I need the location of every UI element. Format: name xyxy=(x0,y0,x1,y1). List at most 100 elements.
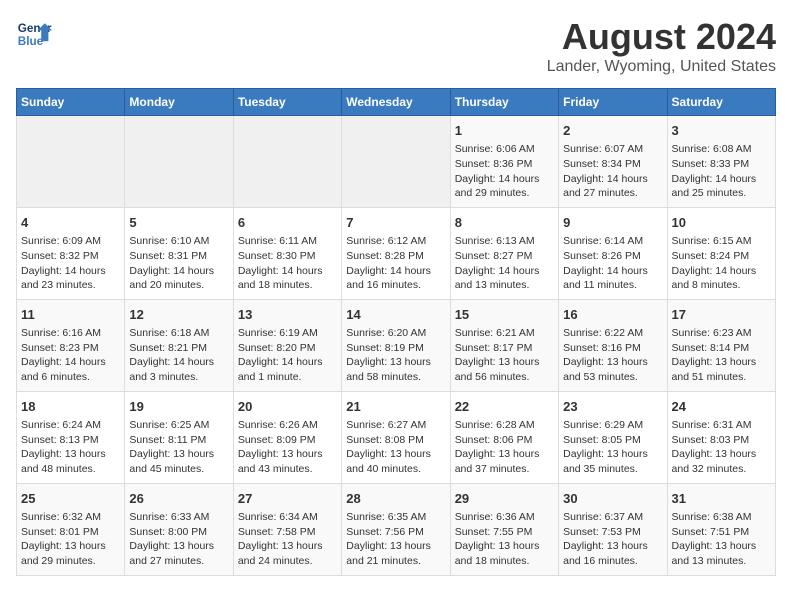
calendar-cell: 29Sunrise: 6:36 AM Sunset: 7:55 PM Dayli… xyxy=(450,483,558,575)
calendar-cell: 9 Sunrise: 6:14 AM Sunset: 8:26 PM Daylig… xyxy=(559,207,667,299)
day-info: Sunrise: 6:14 AM Sunset: 8:26 PM Dayligh… xyxy=(563,234,662,293)
day-info: Sunrise: 6:18 AM Sunset: 8:21 PM Dayligh… xyxy=(129,326,228,385)
day-info: Sunrise: 6:07 AM Sunset: 8:34 PM Dayligh… xyxy=(563,142,662,201)
day-info: Sunrise: 6:27 AM Sunset: 8:08 PM Dayligh… xyxy=(346,418,445,477)
day-number: 7 xyxy=(346,214,445,232)
title-block: August 2024 Lander, Wyoming, United Stat… xyxy=(547,16,776,76)
calendar-cell: 20 Sunrise: 6:26 AM Sunset: 8:09 PM Dayli… xyxy=(233,391,341,483)
week-row-3: 11Sunrise: 6:16 AM Sunset: 8:23 PM Dayli… xyxy=(17,299,776,391)
day-number: 13 xyxy=(238,306,337,324)
day-info: Sunrise: 6:10 AM Sunset: 8:31 PM Dayligh… xyxy=(129,234,228,293)
calendar-cell: 5 Sunrise: 6:10 AM Sunset: 8:31 PM Daylig… xyxy=(125,207,233,299)
day-info: Sunrise: 6:29 AM Sunset: 8:05 PM Dayligh… xyxy=(563,418,662,477)
day-info: Sunrise: 6:35 AM Sunset: 7:56 PM Dayligh… xyxy=(346,510,445,569)
day-info: Sunrise: 6:12 AM Sunset: 8:28 PM Dayligh… xyxy=(346,234,445,293)
column-header-tuesday: Tuesday xyxy=(233,89,341,116)
calendar-cell: 31 Sunrise: 6:38 AM Sunset: 7:51 PM Dayli… xyxy=(667,483,775,575)
day-number: 20 xyxy=(238,398,337,416)
calendar-cell: 16 Sunrise: 6:22 AM Sunset: 8:16 PM Dayli… xyxy=(559,299,667,391)
day-info: Sunrise: 6:25 AM Sunset: 8:11 PM Dayligh… xyxy=(129,418,228,477)
day-number: 11 xyxy=(21,306,120,324)
calendar-cell: 4 Sunrise: 6:09 AM Sunset: 8:32 PM Daylig… xyxy=(17,207,125,299)
day-info: Sunrise: 6:23 AM Sunset: 8:14 PM Dayligh… xyxy=(672,326,771,385)
day-number: 1 xyxy=(455,122,554,140)
svg-text:Blue: Blue xyxy=(18,35,44,48)
calendar-header: SundayMondayTuesdayWednesdayThursdayFrid… xyxy=(17,89,776,116)
day-info: Sunrise: 6:31 AM Sunset: 8:03 PM Dayligh… xyxy=(672,418,771,477)
day-info: Sunrise: 6:26 AM Sunset: 8:09 PM Dayligh… xyxy=(238,418,337,477)
day-number: 16 xyxy=(563,306,662,324)
calendar-cell: 7 Sunrise: 6:12 AM Sunset: 8:28 PM Daylig… xyxy=(342,207,450,299)
day-info: Sunrise: 6:32 AM Sunset: 8:01 PM Dayligh… xyxy=(21,510,120,569)
day-number: 17 xyxy=(672,306,771,324)
day-info: Sunrise: 6:37 AM Sunset: 7:53 PM Dayligh… xyxy=(563,510,662,569)
calendar-cell: 12 Sunrise: 6:18 AM Sunset: 8:21 PM Dayli… xyxy=(125,299,233,391)
day-info: Sunrise: 6:11 AM Sunset: 8:30 PM Dayligh… xyxy=(238,234,337,293)
day-number: 10 xyxy=(672,214,771,232)
day-info: Sunrise: 6:34 AM Sunset: 7:58 PM Dayligh… xyxy=(238,510,337,569)
day-info: Sunrise: 6:22 AM Sunset: 8:16 PM Dayligh… xyxy=(563,326,662,385)
calendar-cell xyxy=(17,116,125,208)
calendar-cell: 22 Sunrise: 6:28 AM Sunset: 8:06 PM Dayli… xyxy=(450,391,558,483)
day-number: 28 xyxy=(346,490,445,508)
day-number: 9 xyxy=(563,214,662,232)
week-row-5: 25Sunrise: 6:32 AM Sunset: 8:01 PM Dayli… xyxy=(17,483,776,575)
day-info: Sunrise: 6:38 AM Sunset: 7:51 PM Dayligh… xyxy=(672,510,771,569)
day-number: 5 xyxy=(129,214,228,232)
day-info: Sunrise: 6:20 AM Sunset: 8:19 PM Dayligh… xyxy=(346,326,445,385)
day-number: 19 xyxy=(129,398,228,416)
day-info: Sunrise: 6:06 AM Sunset: 8:36 PM Dayligh… xyxy=(455,142,554,201)
calendar-cell: 6Sunrise: 6:11 AM Sunset: 8:30 PM Daylig… xyxy=(233,207,341,299)
day-number: 14 xyxy=(346,306,445,324)
calendar-table: SundayMondayTuesdayWednesdayThursdayFrid… xyxy=(16,88,776,576)
day-number: 4 xyxy=(21,214,120,232)
calendar-cell: 18 Sunrise: 6:24 AM Sunset: 8:13 PM Dayli… xyxy=(17,391,125,483)
day-info: Sunrise: 6:21 AM Sunset: 8:17 PM Dayligh… xyxy=(455,326,554,385)
calendar-cell: 24 Sunrise: 6:31 AM Sunset: 8:03 PM Dayli… xyxy=(667,391,775,483)
column-header-thursday: Thursday xyxy=(450,89,558,116)
day-number: 23 xyxy=(563,398,662,416)
day-number: 24 xyxy=(672,398,771,416)
day-number: 18 xyxy=(21,398,120,416)
calendar-cell: 3Sunrise: 6:08 AM Sunset: 8:33 PM Daylig… xyxy=(667,116,775,208)
column-header-saturday: Saturday xyxy=(667,89,775,116)
day-info: Sunrise: 6:33 AM Sunset: 8:00 PM Dayligh… xyxy=(129,510,228,569)
logo-icon: General Blue xyxy=(16,16,52,52)
logo: General Blue xyxy=(16,16,52,52)
day-info: Sunrise: 6:19 AM Sunset: 8:20 PM Dayligh… xyxy=(238,326,337,385)
calendar-cell: 27 Sunrise: 6:34 AM Sunset: 7:58 PM Dayli… xyxy=(233,483,341,575)
day-number: 22 xyxy=(455,398,554,416)
week-row-1: 1 Sunrise: 6:06 AM Sunset: 8:36 PM Daylig… xyxy=(17,116,776,208)
week-row-4: 18 Sunrise: 6:24 AM Sunset: 8:13 PM Dayli… xyxy=(17,391,776,483)
calendar-cell: 30Sunrise: 6:37 AM Sunset: 7:53 PM Dayli… xyxy=(559,483,667,575)
calendar-cell: 17 Sunrise: 6:23 AM Sunset: 8:14 PM Dayli… xyxy=(667,299,775,391)
calendar-cell: 11Sunrise: 6:16 AM Sunset: 8:23 PM Dayli… xyxy=(17,299,125,391)
day-info: Sunrise: 6:13 AM Sunset: 8:27 PM Dayligh… xyxy=(455,234,554,293)
calendar-cell xyxy=(342,116,450,208)
day-number: 8 xyxy=(455,214,554,232)
calendar-cell: 1 Sunrise: 6:06 AM Sunset: 8:36 PM Daylig… xyxy=(450,116,558,208)
day-info: Sunrise: 6:09 AM Sunset: 8:32 PM Dayligh… xyxy=(21,234,120,293)
calendar-cell: 23 Sunrise: 6:29 AM Sunset: 8:05 PM Dayli… xyxy=(559,391,667,483)
page-header: General Blue August 2024 Lander, Wyoming… xyxy=(16,16,776,76)
day-number: 27 xyxy=(238,490,337,508)
calendar-body: 1 Sunrise: 6:06 AM Sunset: 8:36 PM Daylig… xyxy=(17,116,776,576)
calendar-cell: 26Sunrise: 6:33 AM Sunset: 8:00 PM Dayli… xyxy=(125,483,233,575)
day-number: 31 xyxy=(672,490,771,508)
calendar-cell: 21 Sunrise: 6:27 AM Sunset: 8:08 PM Dayli… xyxy=(342,391,450,483)
calendar-cell: 19 Sunrise: 6:25 AM Sunset: 8:11 PM Dayli… xyxy=(125,391,233,483)
day-number: 21 xyxy=(346,398,445,416)
day-info: Sunrise: 6:08 AM Sunset: 8:33 PM Dayligh… xyxy=(672,142,771,201)
column-header-friday: Friday xyxy=(559,89,667,116)
calendar-cell xyxy=(233,116,341,208)
main-title: August 2024 xyxy=(547,16,776,58)
week-row-2: 4 Sunrise: 6:09 AM Sunset: 8:32 PM Daylig… xyxy=(17,207,776,299)
day-info: Sunrise: 6:24 AM Sunset: 8:13 PM Dayligh… xyxy=(21,418,120,477)
day-info: Sunrise: 6:15 AM Sunset: 8:24 PM Dayligh… xyxy=(672,234,771,293)
calendar-cell: 15Sunrise: 6:21 AM Sunset: 8:17 PM Dayli… xyxy=(450,299,558,391)
day-number: 2 xyxy=(563,122,662,140)
calendar-cell: 2 Sunrise: 6:07 AM Sunset: 8:34 PM Daylig… xyxy=(559,116,667,208)
day-number: 29 xyxy=(455,490,554,508)
day-number: 12 xyxy=(129,306,228,324)
day-info: Sunrise: 6:28 AM Sunset: 8:06 PM Dayligh… xyxy=(455,418,554,477)
